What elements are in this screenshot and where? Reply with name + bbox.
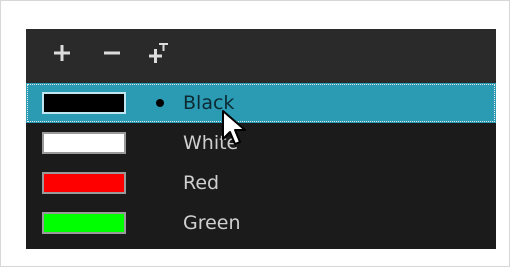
add-texture-button[interactable] <box>145 39 173 67</box>
remove-color-button[interactable] <box>98 39 126 67</box>
swatch-name-green: Green <box>183 212 241 234</box>
window-frame: Black White Red Green <box>0 0 510 267</box>
swatch-list: Black White Red Green <box>26 83 496 249</box>
swatch-row-white[interactable]: White <box>26 123 496 163</box>
swatch-name-white: White <box>183 132 239 154</box>
colour-toolbar <box>26 29 496 84</box>
swatch-row-black[interactable]: Black <box>26 83 496 123</box>
swatch-color-black[interactable] <box>42 92 126 114</box>
swatch-name-red: Red <box>183 172 220 194</box>
swatch-name-black: Black <box>183 92 235 114</box>
swatch-color-green[interactable] <box>42 212 126 234</box>
swatch-color-white[interactable] <box>42 132 126 154</box>
plus-icon <box>54 45 70 61</box>
swatch-row-green[interactable]: Green <box>26 203 496 243</box>
colour-view-panel: Black White Red Green <box>26 29 496 249</box>
minus-icon <box>104 51 120 55</box>
add-color-button[interactable] <box>48 39 76 67</box>
current-color-indicator <box>156 99 164 107</box>
swatch-row-red[interactable]: Red <box>26 163 496 203</box>
add-texture-icon <box>149 43 168 63</box>
swatch-color-red[interactable] <box>42 172 126 194</box>
